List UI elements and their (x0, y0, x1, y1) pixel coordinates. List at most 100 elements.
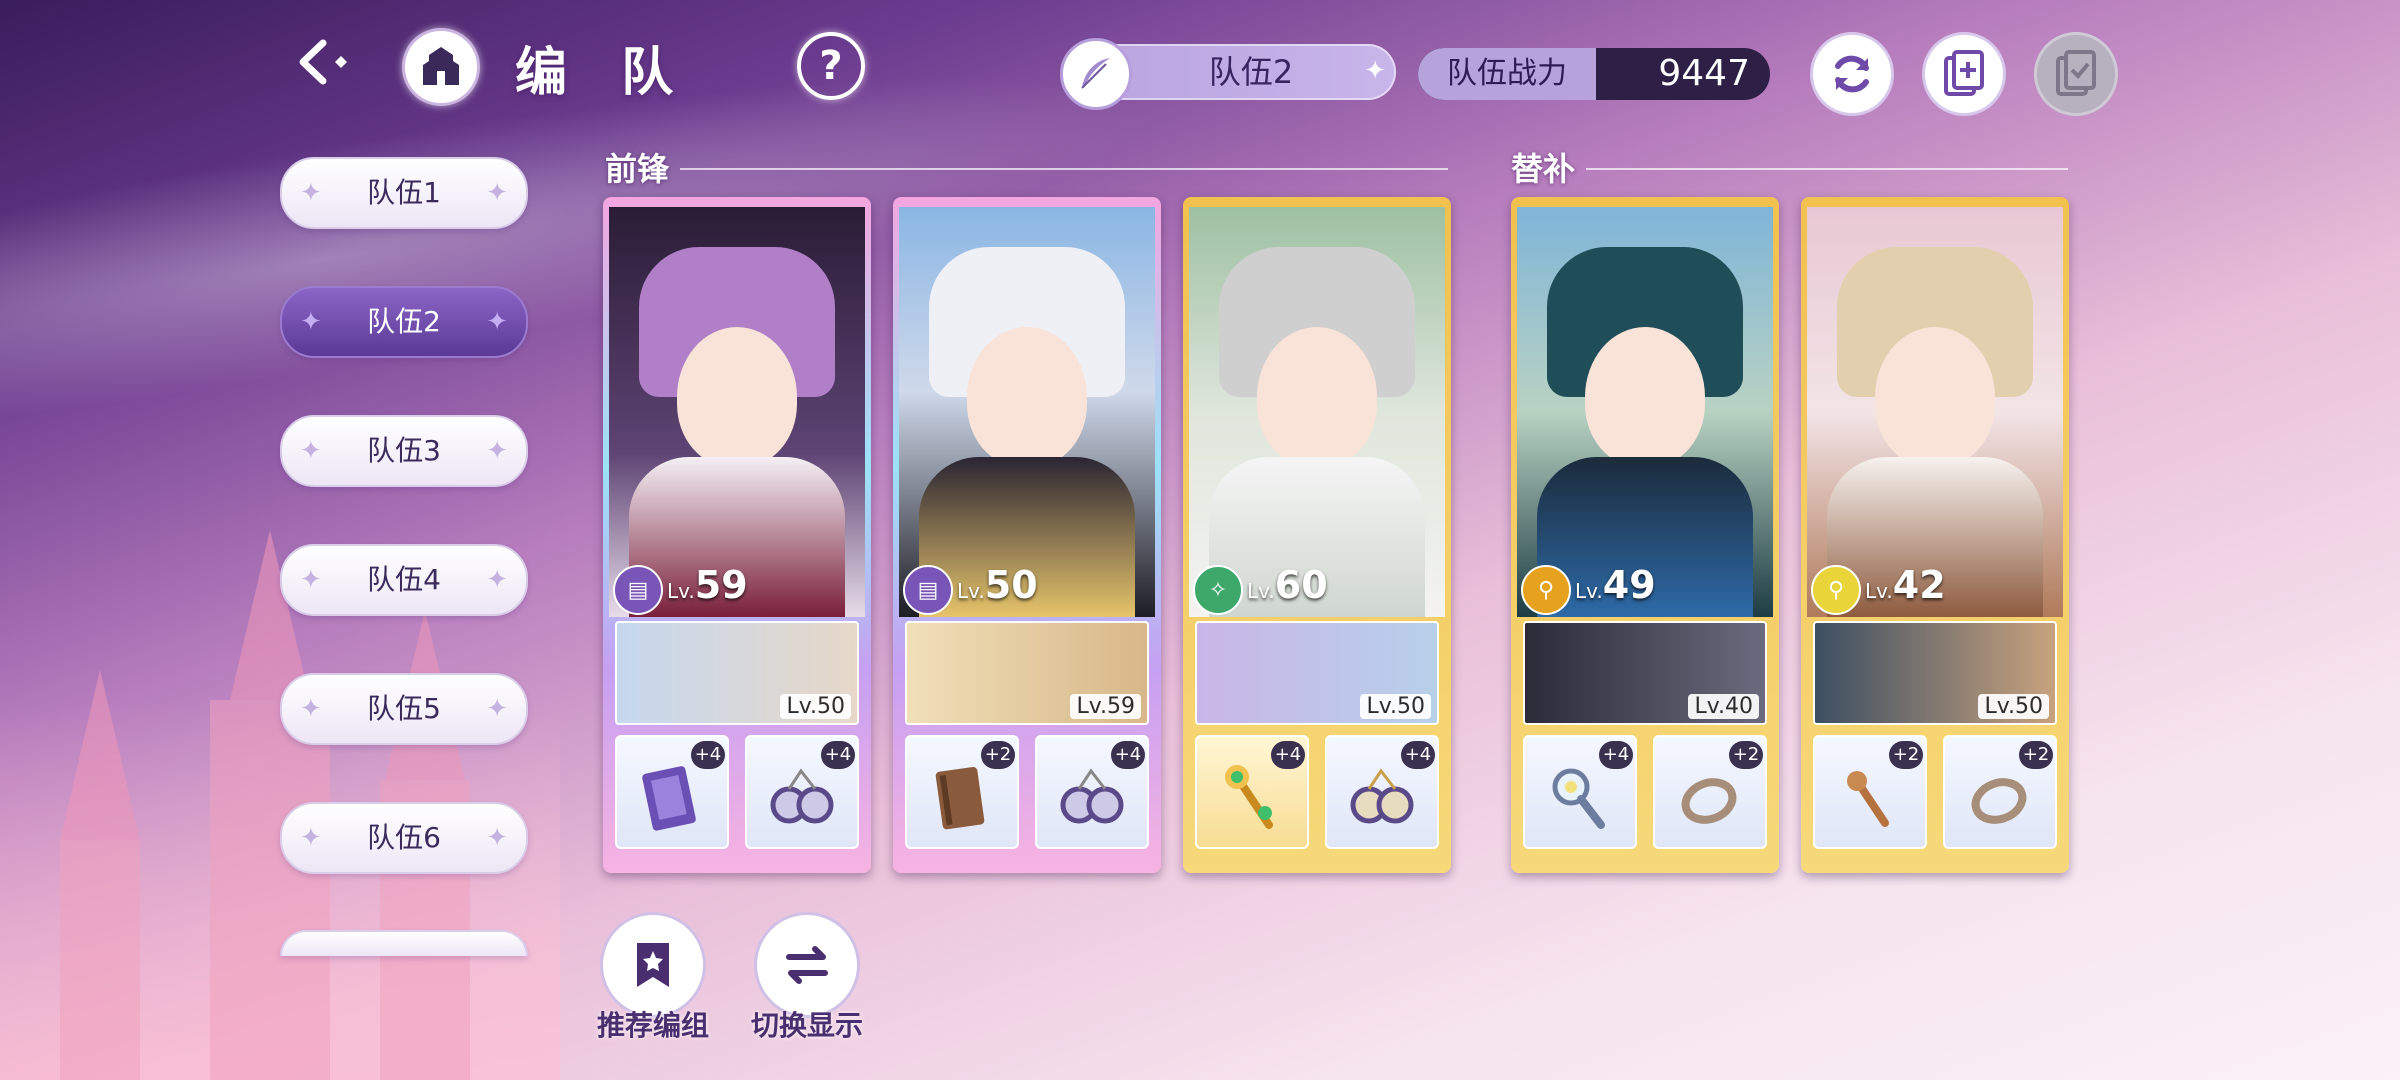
level-value: Lv.42 (1865, 563, 1946, 607)
enhance-level: +4 (1111, 741, 1145, 769)
sidebar-item-team5[interactable]: ✦ 队伍5 ✦ (280, 673, 528, 745)
sidebar-item-team3[interactable]: ✦ 队伍3 ✦ (280, 415, 528, 487)
sidebar-item-partial[interactable] (280, 930, 528, 956)
team-power-value: 9447 (1658, 53, 1750, 94)
equipment-slot-2[interactable]: +2 (1653, 735, 1767, 849)
confirm-button[interactable] (2034, 32, 2118, 116)
sidebar-item-label: 队伍4 (367, 563, 441, 596)
book-element-icon: ▤ (613, 565, 663, 615)
level-value: Lv.60 (1247, 563, 1328, 607)
sidebar-item-team6[interactable]: ✦ 队伍6 ✦ (280, 802, 528, 874)
refresh-icon (1835, 55, 1869, 93)
character-portrait (1517, 207, 1773, 617)
section-front: 前锋 (605, 150, 670, 188)
equipment-slot-2[interactable]: +2 (1943, 735, 2057, 849)
team-power-label: 队伍战力 (1418, 48, 1596, 100)
support-portrait[interactable]: Lv.50 (1813, 621, 2057, 725)
support-level: Lv.40 (1688, 694, 1759, 719)
level-value: Lv.59 (667, 563, 748, 607)
sparkle-icon: ✦ (486, 565, 508, 595)
question-mark-icon: ? (819, 43, 843, 89)
equipment-slot-2[interactable]: +4 (745, 735, 859, 849)
page-title: 编 队 (515, 43, 692, 103)
support-portrait[interactable]: Lv.50 (615, 621, 859, 725)
checklist-icon (2056, 50, 2096, 96)
wand-element-icon: ✧ (1193, 565, 1243, 615)
sparkle-icon: ✦ (486, 178, 508, 208)
sparkle-icon: ✦ (486, 823, 508, 853)
help-button[interactable]: ? (797, 32, 865, 100)
enhance-level: +4 (1401, 741, 1435, 769)
equipment-slot-1[interactable]: +4 (1523, 735, 1637, 849)
sidebar-item-team4[interactable]: ✦ 队伍4 ✦ (280, 544, 528, 616)
magnifier-element-icon: ⚲ (1811, 565, 1861, 615)
green-wand-icon (1217, 763, 1285, 833)
recommend-team-label: 推荐编组 (596, 1009, 709, 1042)
add-copy-icon (1944, 50, 1984, 96)
sidebar-item-label: 队伍3 (367, 434, 441, 467)
switch-view-button[interactable]: 切换显示 (751, 912, 863, 1044)
sparkle-icon: ✦ (300, 178, 322, 208)
home-button[interactable] (402, 28, 480, 106)
brown-book-icon (927, 763, 995, 833)
sparkle-icon: ✦ (486, 694, 508, 724)
current-team-label: 队伍2 (1208, 53, 1294, 91)
character-card-4[interactable]: ⚲ Lv.49 Lv.40 +4 +2 (1511, 197, 1779, 873)
level-value: Lv.50 (957, 563, 1038, 607)
support-level: Lv.59 (1070, 694, 1141, 719)
earrings-icon (767, 763, 835, 833)
level-row: ▤ Lv.59 (613, 563, 813, 615)
divider (1586, 168, 2068, 170)
character-card-5[interactable]: ⚲ Lv.42 Lv.50 +2 +2 (1801, 197, 2069, 873)
back-button[interactable] (285, 30, 361, 94)
character-card-2[interactable]: ▤ Lv.50 Lv.59 +2 +4 (893, 197, 1161, 873)
sidebar-item-team1[interactable]: ✦ 队伍1 ✦ (280, 157, 528, 229)
bracelet-icon (1675, 763, 1743, 833)
equipment-slot-2[interactable]: +4 (1325, 735, 1439, 849)
sparkle-icon: ✦ (300, 307, 322, 337)
sidebar-item-label: 队伍1 (367, 176, 441, 209)
character-portrait (1807, 207, 2063, 617)
team-selector[interactable]: 队伍2 ✦ (1060, 38, 1396, 110)
bookmark-star-icon (637, 943, 669, 987)
back-arrow-icon (299, 39, 347, 85)
sparkle-icon: ✦ (1364, 56, 1386, 86)
sparkle-icon: ✦ (300, 823, 322, 853)
recommend-team-button[interactable]: 推荐编组 (597, 912, 709, 1044)
refresh-button[interactable] (1810, 32, 1894, 116)
sparkle-icon: ✦ (300, 436, 322, 466)
enhance-level: +2 (1729, 741, 1763, 769)
equipment-slot-1[interactable]: +2 (905, 735, 1019, 849)
level-row: ✧ Lv.60 (1193, 563, 1393, 615)
enhance-level: +2 (2019, 741, 2053, 769)
feather-icon (1060, 38, 1132, 110)
level-row: ▤ Lv.50 (903, 563, 1103, 615)
character-card-3[interactable]: ✧ Lv.60 Lv.50 +4 +4 (1183, 197, 1451, 873)
earrings-icon (1347, 763, 1415, 833)
purple-book-icon (637, 763, 705, 833)
enhance-level: +2 (1889, 741, 1923, 769)
character-card-1[interactable]: ▤ Lv.59 Lv.50 +4 +4 (603, 197, 871, 873)
equipment-slot-1[interactable]: +2 (1813, 735, 1927, 849)
level-row: ⚲ Lv.42 (1811, 563, 2011, 615)
character-portrait (899, 207, 1155, 617)
support-level: Lv.50 (1978, 694, 2049, 719)
add-team-button[interactable] (1922, 32, 2006, 116)
sidebar-item-team2[interactable]: ✦ 队伍2 ✦ (280, 286, 528, 358)
equipment-slot-1[interactable]: +4 (615, 735, 729, 849)
character-portrait (609, 207, 865, 617)
section-sub: 替补 (1511, 150, 1576, 188)
magnifier-element-icon: ⚲ (1521, 565, 1571, 615)
support-portrait[interactable]: Lv.59 (905, 621, 1149, 725)
sidebar-item-label: 队伍2 (367, 305, 441, 338)
sparkle-icon: ✦ (300, 565, 322, 595)
bracelet-icon (1965, 763, 2033, 833)
sparkle-icon: ✦ (300, 694, 322, 724)
support-portrait[interactable]: Lv.40 (1523, 621, 1767, 725)
support-level: Lv.50 (1360, 694, 1431, 719)
support-portrait[interactable]: Lv.50 (1195, 621, 1439, 725)
support-level: Lv.50 (780, 694, 851, 719)
enhance-level: +4 (1599, 741, 1633, 769)
equipment-slot-1[interactable]: +4 (1195, 735, 1309, 849)
equipment-slot-2[interactable]: +4 (1035, 735, 1149, 849)
